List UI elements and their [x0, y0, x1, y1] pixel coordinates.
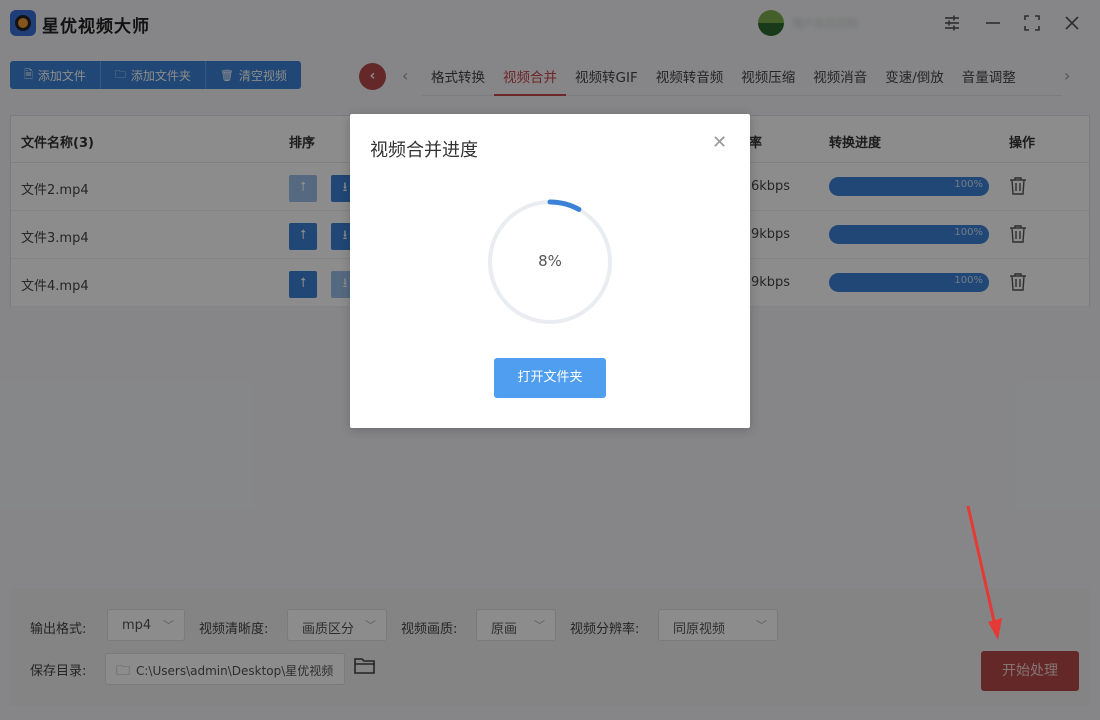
- close-icon[interactable]: ✕: [712, 132, 727, 153]
- open-folder-button[interactable]: 打开文件夹: [494, 358, 606, 398]
- dialog-title: 视频合并进度: [370, 140, 478, 161]
- progress-percent: 8%: [538, 252, 562, 270]
- annotation-arrow-icon: [966, 505, 1002, 640]
- merge-progress-dialog: 视频合并进度 ✕ 8% 打开文件夹: [350, 114, 750, 428]
